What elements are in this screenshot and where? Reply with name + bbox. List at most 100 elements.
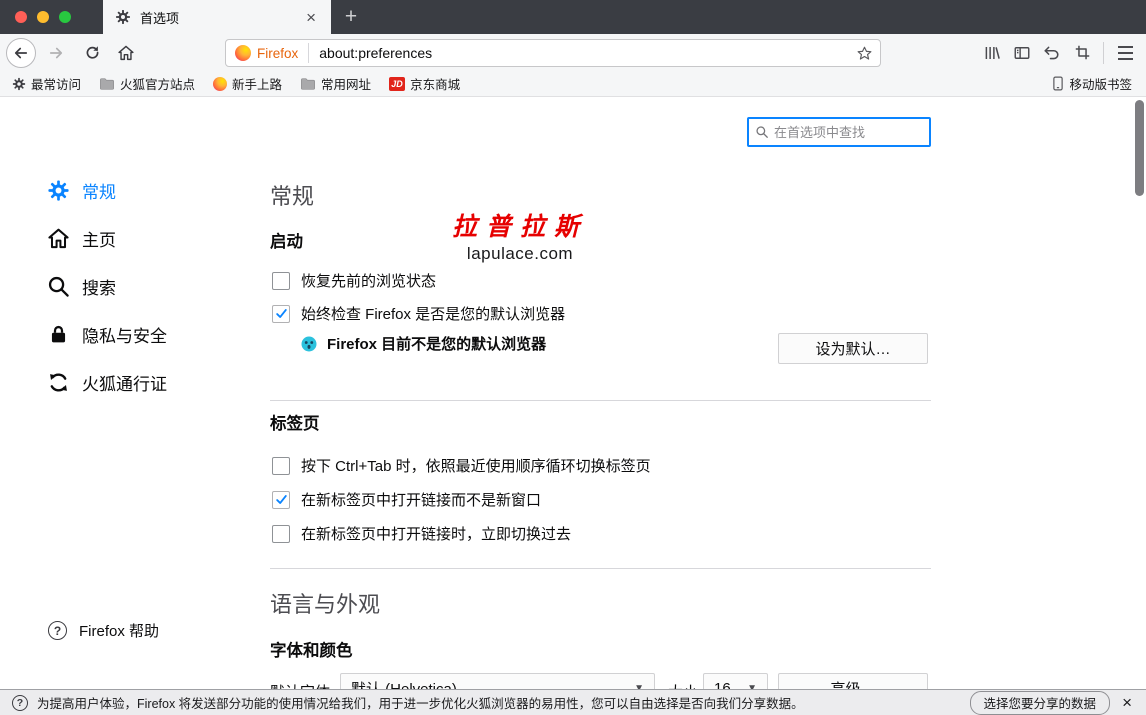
undo-button[interactable]: [1037, 39, 1067, 67]
close-window-button[interactable]: [15, 11, 27, 23]
checkbox[interactable]: [272, 457, 290, 475]
library-button[interactable]: [977, 39, 1007, 67]
jd-icon: JD: [389, 77, 405, 91]
maximize-window-button[interactable]: [59, 11, 71, 23]
info-question-icon: ?: [12, 695, 28, 711]
page-title: 常规: [270, 179, 314, 211]
checkbox[interactable]: [272, 491, 290, 509]
bookmark-label: 最常访问: [31, 74, 81, 93]
minimize-window-button[interactable]: [37, 11, 49, 23]
checkbox-label[interactable]: 在新标签页中打开链接时，立即切换过去: [301, 523, 571, 544]
firefox-help-link[interactable]: ? Firefox 帮助: [48, 620, 159, 641]
tabs-heading: 标签页: [270, 410, 320, 434]
sidebar-item-label: 搜索: [82, 274, 116, 299]
search-icon: [46, 274, 70, 298]
close-icon[interactable]: ×: [1122, 694, 1132, 711]
forward-arrow-icon: [47, 44, 65, 62]
url-bar[interactable]: Firefox about:preferences: [225, 39, 881, 67]
bookmark-star-icon[interactable]: [856, 45, 873, 62]
bookmark-folder-common-sites[interactable]: 常用网址: [300, 74, 371, 93]
sidebar-item-label: 常规: [82, 178, 116, 203]
fonts-colors-heading: 字体和颜色: [270, 637, 353, 661]
select-value: 16: [714, 680, 731, 690]
firefox-icon: [235, 45, 251, 61]
checkbox-label[interactable]: 始终检查 Firefox 是否是您的默认浏览器: [301, 303, 565, 324]
sidebar-item-firefox-account[interactable]: 火狐通行证: [40, 358, 240, 406]
bookmark-most-visited[interactable]: 最常访问: [12, 74, 81, 93]
checkbox-row-ctrl-tab: 按下 Ctrl+Tab 时，依照最近使用顺序循环切换标签页: [272, 455, 651, 476]
sidebar-item-privacy-security[interactable]: 隐私与安全: [40, 310, 240, 358]
tab-preferences[interactable]: 首选项 ×: [103, 0, 331, 34]
folder-icon: [300, 77, 316, 91]
screenshot-button[interactable]: [1067, 39, 1097, 67]
gear-icon: [46, 178, 70, 202]
section-divider: [270, 568, 931, 569]
firefox-icon: [213, 77, 227, 91]
advanced-fonts-button[interactable]: 高级…: [778, 673, 928, 689]
check-icon: [275, 307, 288, 320]
gear-icon: [12, 77, 26, 91]
tab-close-icon[interactable]: ×: [303, 9, 319, 26]
bookmark-label: 火狐官方站点: [120, 74, 195, 93]
url-text[interactable]: about:preferences: [309, 45, 856, 61]
bookmark-folder-firefox-official[interactable]: 火狐官方站点: [99, 74, 195, 93]
home-button[interactable]: [112, 39, 140, 67]
toolbar-separator: [1103, 42, 1104, 64]
checkbox-row-open-in-tabs: 在新标签页中打开链接而不是新窗口: [272, 489, 541, 510]
gear-icon: [115, 9, 131, 25]
library-icon: [983, 44, 1001, 62]
help-icon: ?: [48, 621, 67, 640]
checkbox[interactable]: [272, 272, 290, 290]
macos-traffic-lights: [15, 11, 71, 23]
checkbox-label[interactable]: 恢复先前的浏览状态: [301, 270, 436, 291]
checkbox-label[interactable]: 在新标签页中打开链接而不是新窗口: [301, 489, 541, 510]
bookmark-jd-mall[interactable]: JD 京东商城: [389, 74, 460, 93]
help-label: Firefox 帮助: [79, 620, 159, 641]
home-icon: [46, 226, 70, 250]
watermark-text: 拉普拉斯: [452, 207, 588, 243]
forward-button[interactable]: [42, 39, 70, 67]
bookmark-label: 常用网址: [321, 74, 371, 93]
default-font-row: 默认字体 默认 (Helvetica) ▼ 大小 16 ▼ 高级…: [270, 673, 931, 689]
bookmark-label: 移动版书签: [1069, 74, 1132, 93]
checkbox-label[interactable]: 按下 Ctrl+Tab 时，依照最近使用顺序循环切换标签页: [301, 455, 651, 476]
sidebar-item-search[interactable]: 搜索: [40, 262, 240, 310]
set-default-button[interactable]: 设为默认…: [778, 333, 928, 364]
checkbox[interactable]: [272, 525, 290, 543]
toolbar-right-icons: [977, 34, 1140, 71]
select-value: 默认 (Helvetica): [351, 678, 457, 690]
language-appearance-heading: 语言与外观: [270, 587, 380, 619]
sidebar-item-general[interactable]: 常规: [40, 166, 240, 214]
sidebar-item-home[interactable]: 主页: [40, 214, 240, 262]
crop-icon: [1074, 44, 1091, 61]
navigation-toolbar: Firefox about:preferences: [0, 34, 1146, 71]
default-font-select[interactable]: 默认 (Helvetica) ▼: [340, 673, 655, 689]
font-size-label: 大小: [668, 681, 698, 689]
sidebar-item-label: 火狐通行证: [82, 370, 167, 395]
section-divider: [270, 400, 931, 401]
checkbox[interactable]: [272, 305, 290, 323]
bookmark-getting-started[interactable]: 新手上路: [213, 74, 282, 93]
font-size-select[interactable]: 16 ▼: [703, 673, 768, 689]
choose-shared-data-button[interactable]: 选择您要分享的数据: [970, 691, 1111, 715]
telemetry-notification-bar: ? 为提高用户体验，Firefox 将发送部分功能的使用情况给我们，用于进一步优…: [0, 689, 1146, 715]
new-tab-button[interactable]: +: [338, 4, 364, 30]
menu-button[interactable]: [1110, 39, 1140, 67]
bookmark-mobile-bookmarks[interactable]: 移动版书签: [1052, 74, 1132, 93]
reload-button[interactable]: [78, 39, 106, 67]
tab-bar: 首选项 × +: [0, 0, 1146, 34]
preferences-search-box[interactable]: [747, 117, 931, 147]
search-input[interactable]: [774, 125, 923, 140]
undo-arrow-icon: [1043, 44, 1061, 62]
default-font-label: 默认字体: [270, 681, 330, 689]
status-text: Firefox 目前不是您的默认浏览器: [327, 333, 546, 354]
preferences-page: 常规 主页 搜索 隐私与安全: [0, 97, 1146, 689]
scrollbar-thumb[interactable]: [1135, 100, 1144, 196]
phone-icon: [1052, 76, 1064, 91]
hamburger-icon: [1118, 46, 1133, 60]
sidebars-button[interactable]: [1007, 39, 1037, 67]
site-identity[interactable]: Firefox: [226, 43, 309, 63]
watermark-domain: lapulace.com: [452, 244, 588, 264]
back-button[interactable]: [6, 38, 36, 68]
bookmark-label: 新手上路: [232, 74, 282, 93]
